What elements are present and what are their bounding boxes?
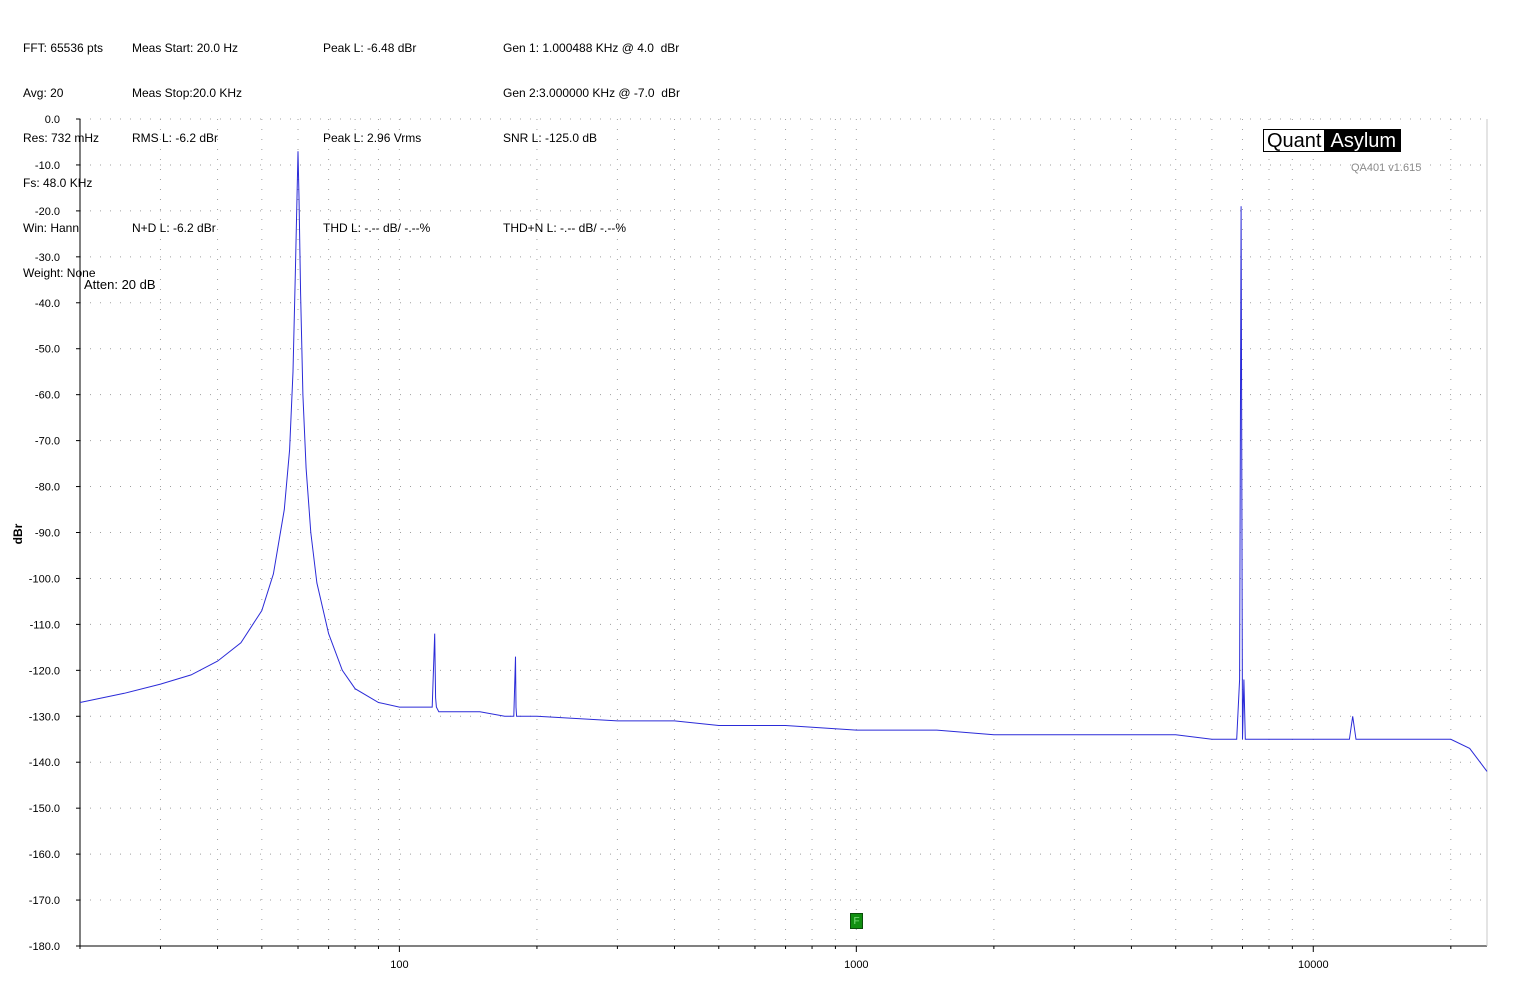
y-axis-label: dBr bbox=[11, 523, 25, 544]
y-tick-label: -110.0 bbox=[30, 619, 60, 631]
y-tick-label: -70.0 bbox=[35, 436, 60, 448]
quantasylum-logo: Quant Asylum bbox=[1263, 129, 1402, 152]
y-tick-label: -10.0 bbox=[35, 160, 60, 172]
logo-left: Quant bbox=[1263, 129, 1326, 152]
y-tick-label: -170.0 bbox=[29, 895, 60, 907]
x-tick-label: 10000 bbox=[1298, 959, 1329, 971]
y-tick-label: -150.0 bbox=[29, 803, 60, 815]
grid bbox=[79, 118, 1487, 947]
y-tick-label: -180.0 bbox=[29, 941, 60, 953]
x-tick-label: 100 bbox=[390, 959, 408, 971]
y-tick-label: -30.0 bbox=[35, 252, 60, 264]
y-tick-label: -80.0 bbox=[35, 482, 60, 494]
y-tick-label: -90.0 bbox=[35, 528, 60, 540]
y-tick-label: -160.0 bbox=[29, 849, 60, 861]
y-tick-label: -100.0 bbox=[29, 573, 60, 585]
frequency-marker[interactable]: F bbox=[850, 913, 863, 929]
y-tick-label: -130.0 bbox=[29, 711, 60, 723]
attenuation-label: Atten: 20 dB bbox=[84, 277, 156, 292]
axes bbox=[76, 118, 1488, 952]
y-tick-label: -140.0 bbox=[29, 757, 60, 769]
version-label: QA401 v1.615 bbox=[1351, 162, 1422, 174]
spectrum-trace bbox=[79, 151, 1488, 772]
x-tick-label: 1000 bbox=[844, 959, 868, 971]
y-tick-label: 0.0 bbox=[45, 114, 60, 126]
y-tick-label: -40.0 bbox=[35, 298, 60, 310]
tick-labels: 0.0 -10.0 -20.0 -30.0 -40.0 -50.0 -60.0 -70.0 -8… bbox=[29, 114, 1329, 971]
logo-right: Asylum bbox=[1325, 129, 1402, 152]
y-tick-label: -60.0 bbox=[35, 390, 60, 402]
y-tick-label: -50.0 bbox=[35, 344, 60, 356]
y-tick-label: -20.0 bbox=[35, 206, 60, 218]
y-tick-label: -120.0 bbox=[29, 665, 60, 677]
